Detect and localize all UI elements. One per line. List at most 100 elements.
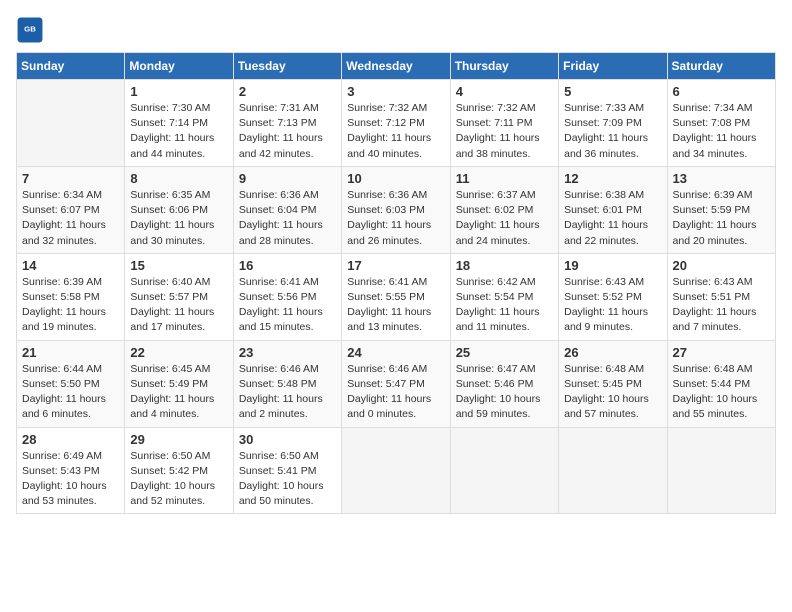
svg-text:GB: GB: [24, 25, 36, 34]
day-number: 2: [239, 84, 336, 99]
weekday-header: Saturday: [667, 53, 775, 80]
day-info: Sunrise: 6:47 AMSunset: 5:46 PMDaylight:…: [456, 362, 553, 423]
calendar-cell: 11Sunrise: 6:37 AMSunset: 6:02 PMDayligh…: [450, 166, 558, 253]
day-number: 28: [22, 432, 119, 447]
day-info: Sunrise: 6:41 AMSunset: 5:56 PMDaylight:…: [239, 275, 336, 336]
day-number: 9: [239, 171, 336, 186]
day-info: Sunrise: 6:49 AMSunset: 5:43 PMDaylight:…: [22, 449, 119, 510]
day-info: Sunrise: 6:48 AMSunset: 5:45 PMDaylight:…: [564, 362, 661, 423]
day-info: Sunrise: 6:37 AMSunset: 6:02 PMDaylight:…: [456, 188, 553, 249]
calendar-cell: 10Sunrise: 6:36 AMSunset: 6:03 PMDayligh…: [342, 166, 450, 253]
calendar-cell: 1 Sunrise: 7:30 AMSunset: 7:14 PMDaylight…: [125, 80, 233, 167]
calendar-cell: 28 Sunrise: 6:49 AMSunset: 5:43 PMDayligh…: [17, 427, 125, 514]
logo-icon: GB: [16, 16, 44, 44]
day-info: Sunrise: 7:31 AMSunset: 7:13 PMDaylight:…: [239, 101, 336, 162]
calendar-cell: [667, 427, 775, 514]
calendar-week-row: 1 Sunrise: 7:30 AMSunset: 7:14 PMDaylight…: [17, 80, 776, 167]
day-info: Sunrise: 6:36 AMSunset: 6:03 PMDaylight:…: [347, 188, 444, 249]
day-number: 22: [130, 345, 227, 360]
day-number: 3: [347, 84, 444, 99]
day-info: Sunrise: 6:50 AMSunset: 5:42 PMDaylight:…: [130, 449, 227, 510]
calendar-cell: 15 Sunrise: 6:40 AMSunset: 5:57 PMDayligh…: [125, 253, 233, 340]
calendar-cell: 14 Sunrise: 6:39 AMSunset: 5:58 PMDayligh…: [17, 253, 125, 340]
day-number: 17: [347, 258, 444, 273]
day-number: 23: [239, 345, 336, 360]
weekday-header: Sunday: [17, 53, 125, 80]
day-info: Sunrise: 6:42 AMSunset: 5:54 PMDaylight:…: [456, 275, 553, 336]
calendar-cell: [450, 427, 558, 514]
day-number: 26: [564, 345, 661, 360]
day-info: Sunrise: 6:39 AMSunset: 5:58 PMDaylight:…: [22, 275, 119, 336]
day-number: 29: [130, 432, 227, 447]
day-number: 7: [22, 171, 119, 186]
day-info: Sunrise: 7:34 AMSunset: 7:08 PMDaylight:…: [673, 101, 770, 162]
day-info: Sunrise: 6:36 AMSunset: 6:04 PMDaylight:…: [239, 188, 336, 249]
weekday-header: Monday: [125, 53, 233, 80]
day-number: 24: [347, 345, 444, 360]
calendar-body: 1 Sunrise: 7:30 AMSunset: 7:14 PMDaylight…: [17, 80, 776, 514]
calendar-cell: 17 Sunrise: 6:41 AMSunset: 5:55 PMDayligh…: [342, 253, 450, 340]
calendar-cell: 27 Sunrise: 6:48 AMSunset: 5:44 PMDayligh…: [667, 340, 775, 427]
calendar-cell: 30 Sunrise: 6:50 AMSunset: 5:41 PMDayligh…: [233, 427, 341, 514]
day-number: 16: [239, 258, 336, 273]
weekday-header: Wednesday: [342, 53, 450, 80]
day-number: 27: [673, 345, 770, 360]
day-info: Sunrise: 7:32 AMSunset: 7:11 PMDaylight:…: [456, 101, 553, 162]
calendar-cell: [342, 427, 450, 514]
day-number: 30: [239, 432, 336, 447]
calendar-cell: 18 Sunrise: 6:42 AMSunset: 5:54 PMDayligh…: [450, 253, 558, 340]
calendar-week-row: 14 Sunrise: 6:39 AMSunset: 5:58 PMDayligh…: [17, 253, 776, 340]
day-number: 13: [673, 171, 770, 186]
day-number: 8: [130, 171, 227, 186]
calendar-cell: 9 Sunrise: 6:36 AMSunset: 6:04 PMDaylight…: [233, 166, 341, 253]
day-number: 14: [22, 258, 119, 273]
calendar-cell: 25 Sunrise: 6:47 AMSunset: 5:46 PMDayligh…: [450, 340, 558, 427]
day-number: 5: [564, 84, 661, 99]
calendar-cell: 16 Sunrise: 6:41 AMSunset: 5:56 PMDayligh…: [233, 253, 341, 340]
weekday-header: Tuesday: [233, 53, 341, 80]
calendar-cell: 24 Sunrise: 6:46 AMSunset: 5:47 PMDayligh…: [342, 340, 450, 427]
calendar-cell: [559, 427, 667, 514]
calendar-cell: 4 Sunrise: 7:32 AMSunset: 7:11 PMDaylight…: [450, 80, 558, 167]
calendar-cell: 20 Sunrise: 6:43 AMSunset: 5:51 PMDayligh…: [667, 253, 775, 340]
day-info: Sunrise: 7:33 AMSunset: 7:09 PMDaylight:…: [564, 101, 661, 162]
calendar-cell: 5 Sunrise: 7:33 AMSunset: 7:09 PMDaylight…: [559, 80, 667, 167]
logo: GB: [16, 16, 48, 44]
calendar-cell: 29 Sunrise: 6:50 AMSunset: 5:42 PMDayligh…: [125, 427, 233, 514]
day-number: 1: [130, 84, 227, 99]
day-info: Sunrise: 6:41 AMSunset: 5:55 PMDaylight:…: [347, 275, 444, 336]
day-number: 4: [456, 84, 553, 99]
day-number: 21: [22, 345, 119, 360]
day-number: 20: [673, 258, 770, 273]
day-number: 6: [673, 84, 770, 99]
day-number: 19: [564, 258, 661, 273]
day-info: Sunrise: 7:32 AMSunset: 7:12 PMDaylight:…: [347, 101, 444, 162]
day-info: Sunrise: 6:46 AMSunset: 5:47 PMDaylight:…: [347, 362, 444, 423]
day-info: Sunrise: 7:30 AMSunset: 7:14 PMDaylight:…: [130, 101, 227, 162]
calendar-week-row: 28 Sunrise: 6:49 AMSunset: 5:43 PMDayligh…: [17, 427, 776, 514]
day-info: Sunrise: 6:48 AMSunset: 5:44 PMDaylight:…: [673, 362, 770, 423]
calendar-cell: 8 Sunrise: 6:35 AMSunset: 6:06 PMDaylight…: [125, 166, 233, 253]
weekday-header: Thursday: [450, 53, 558, 80]
day-info: Sunrise: 6:35 AMSunset: 6:06 PMDaylight:…: [130, 188, 227, 249]
day-info: Sunrise: 6:43 AMSunset: 5:51 PMDaylight:…: [673, 275, 770, 336]
day-info: Sunrise: 6:38 AMSunset: 6:01 PMDaylight:…: [564, 188, 661, 249]
calendar-cell: 13 Sunrise: 6:39 AMSunset: 5:59 PMDayligh…: [667, 166, 775, 253]
calendar-cell: 23 Sunrise: 6:46 AMSunset: 5:48 PMDayligh…: [233, 340, 341, 427]
weekday-header: Friday: [559, 53, 667, 80]
calendar-week-row: 7 Sunrise: 6:34 AMSunset: 6:07 PMDaylight…: [17, 166, 776, 253]
day-info: Sunrise: 6:46 AMSunset: 5:48 PMDaylight:…: [239, 362, 336, 423]
day-number: 15: [130, 258, 227, 273]
day-number: 25: [456, 345, 553, 360]
page-header: GB: [16, 16, 776, 44]
calendar-cell: 12Sunrise: 6:38 AMSunset: 6:01 PMDayligh…: [559, 166, 667, 253]
calendar-cell: 6 Sunrise: 7:34 AMSunset: 7:08 PMDaylight…: [667, 80, 775, 167]
day-info: Sunrise: 6:39 AMSunset: 5:59 PMDaylight:…: [673, 188, 770, 249]
day-info: Sunrise: 6:50 AMSunset: 5:41 PMDaylight:…: [239, 449, 336, 510]
calendar-header-row: SundayMondayTuesdayWednesdayThursdayFrid…: [17, 53, 776, 80]
day-info: Sunrise: 6:34 AMSunset: 6:07 PMDaylight:…: [22, 188, 119, 249]
day-info: Sunrise: 6:40 AMSunset: 5:57 PMDaylight:…: [130, 275, 227, 336]
calendar-cell: 7 Sunrise: 6:34 AMSunset: 6:07 PMDaylight…: [17, 166, 125, 253]
day-info: Sunrise: 6:44 AMSunset: 5:50 PMDaylight:…: [22, 362, 119, 423]
day-number: 18: [456, 258, 553, 273]
